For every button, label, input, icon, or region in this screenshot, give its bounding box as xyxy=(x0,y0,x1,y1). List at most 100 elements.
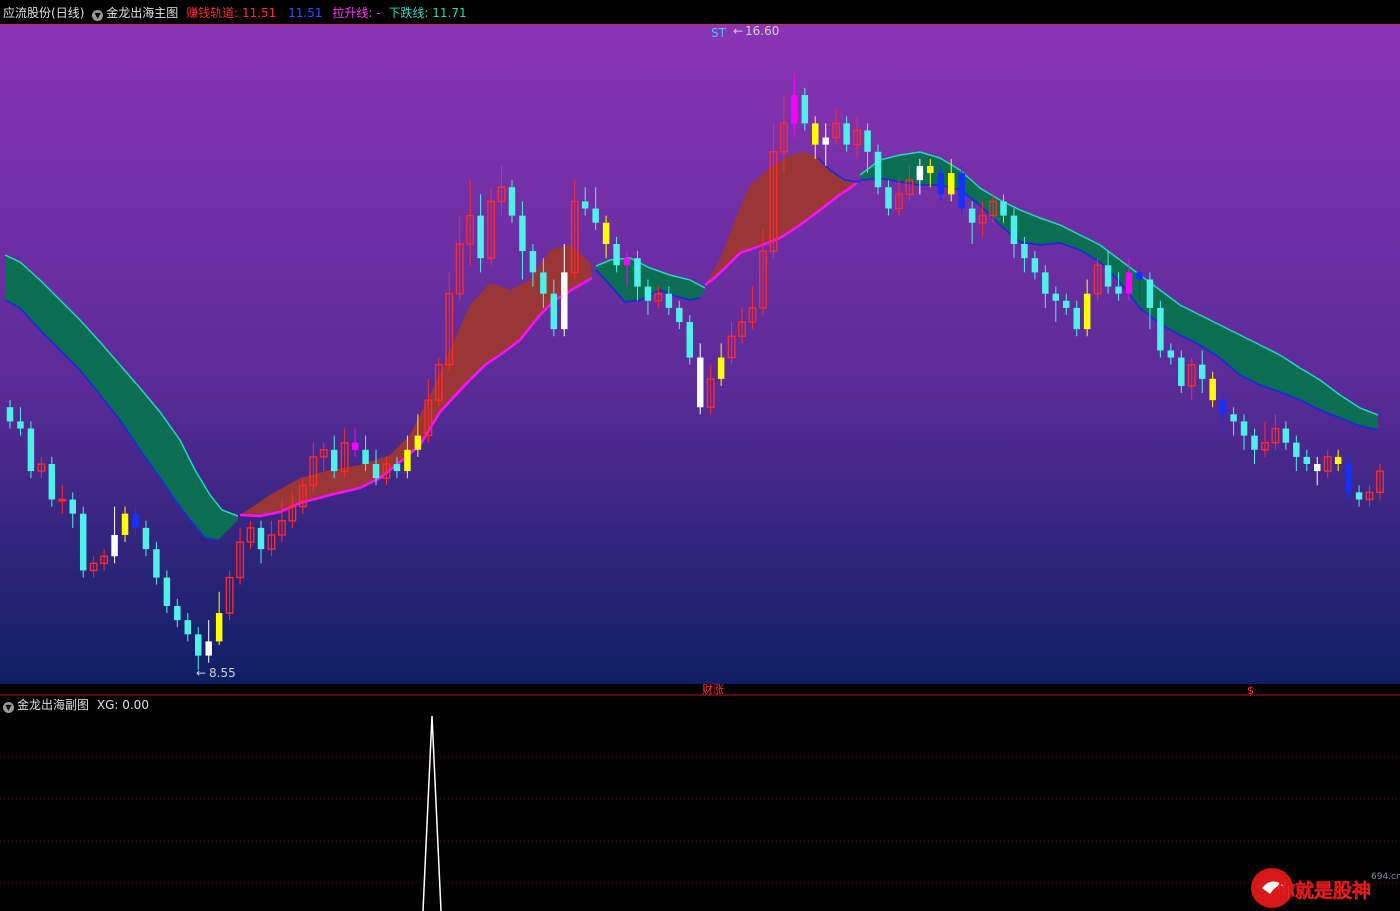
pull-up-label: 拉升线: xyxy=(332,6,373,20)
candle-body xyxy=(885,187,892,209)
high-price-arrow: ← xyxy=(733,24,743,38)
candle-body xyxy=(1000,201,1007,216)
candle-body xyxy=(48,464,56,500)
candle-body xyxy=(623,258,631,266)
candle-body xyxy=(1293,442,1300,457)
candle-body xyxy=(1303,456,1311,464)
candle-body xyxy=(477,215,484,259)
watermark-text: 你就是股神 xyxy=(1275,879,1371,902)
candle[interactable] xyxy=(958,165,965,216)
earn-channel-value-2: 11.51 xyxy=(288,6,323,20)
candle-body xyxy=(79,513,87,571)
candle[interactable] xyxy=(48,456,56,507)
candle-body xyxy=(372,464,380,479)
candle-body xyxy=(696,357,704,408)
candle-body xyxy=(874,151,882,188)
candle-body xyxy=(69,499,76,514)
xg-signal-spike xyxy=(422,715,442,911)
chevron-down-icon[interactable]: ▼ xyxy=(92,10,104,21)
candle-body xyxy=(1230,414,1237,422)
candle-body xyxy=(864,130,871,152)
candle-body xyxy=(205,641,212,656)
candle-body xyxy=(1125,272,1133,294)
candle-body xyxy=(1209,378,1216,401)
candle[interactable] xyxy=(27,421,35,479)
candle-body xyxy=(1251,435,1258,450)
low-price-arrow: ← xyxy=(196,666,206,680)
candle[interactable] xyxy=(79,506,87,578)
candle-body xyxy=(330,449,338,472)
candle-body xyxy=(561,272,568,330)
candle-body xyxy=(947,173,955,195)
candle-body xyxy=(142,527,150,550)
candle-body xyxy=(393,464,401,472)
stock-name: 应流股份 xyxy=(3,6,52,20)
candle-body xyxy=(163,577,171,606)
candle-body xyxy=(1052,293,1060,301)
candle-body xyxy=(121,513,129,535)
candle-body xyxy=(111,534,118,557)
candle-body xyxy=(404,449,411,472)
candle-body xyxy=(550,293,558,330)
candle-body xyxy=(613,244,620,266)
indicator-name[interactable]: 金龙出海主图 xyxy=(106,6,178,20)
candle-body xyxy=(686,322,694,358)
candle[interactable] xyxy=(1157,300,1164,358)
candle-body xyxy=(581,201,589,209)
candle-body xyxy=(968,208,976,223)
caizhang-marker: 财涨 xyxy=(702,682,724,696)
low-price-label: 8.55 xyxy=(209,666,236,680)
candle-body xyxy=(17,421,24,429)
candle-body xyxy=(927,165,934,174)
candle-body xyxy=(529,251,537,273)
candle-body xyxy=(184,620,192,635)
candle-body xyxy=(257,527,265,550)
chevron-down-icon[interactable]: ▼ xyxy=(3,702,14,713)
candle-body xyxy=(958,173,965,209)
main-header: 应流股份(日线) ▼ 金龙出海主图 赚钱轨道: 11.51 11.51 拉升线: … xyxy=(3,5,467,21)
candle-body xyxy=(1021,244,1028,259)
candle-body xyxy=(676,307,683,323)
candle-body xyxy=(791,94,798,124)
candle-body xyxy=(1345,464,1352,493)
fall-label: 下跌线: xyxy=(388,6,429,20)
candle-body xyxy=(215,613,223,642)
candle[interactable] xyxy=(686,314,694,365)
candle-body xyxy=(195,634,202,656)
stock-chart[interactable]: ST ← 16.60 ← 8.55 财涨 $ xyxy=(0,0,1400,911)
candle-body xyxy=(27,428,35,472)
candle-body xyxy=(1073,307,1080,330)
panel-divider xyxy=(0,684,1400,696)
candle-body xyxy=(153,549,160,578)
dollar-marker: $ xyxy=(1247,684,1254,697)
candle[interactable] xyxy=(874,144,882,195)
candle-body xyxy=(1063,300,1070,308)
candle-body xyxy=(916,165,924,181)
candle-body xyxy=(174,605,181,621)
pull-up-value: - xyxy=(376,6,381,20)
candle-body xyxy=(1355,492,1363,500)
earn-channel-value: 11.51 xyxy=(241,6,277,20)
candle-body xyxy=(540,272,547,294)
candle-body xyxy=(1178,357,1185,386)
candle-body xyxy=(414,435,422,450)
candle-body xyxy=(1314,464,1321,472)
candle-body xyxy=(717,357,725,379)
sub-indicator-name[interactable]: 金龙出海副图 xyxy=(17,698,89,712)
candle-body xyxy=(1115,286,1122,294)
xg-value: 0.00 xyxy=(122,698,149,712)
earn-channel-label: 赚钱轨道: xyxy=(186,6,239,20)
candle-body xyxy=(6,407,14,422)
candle-body xyxy=(1157,307,1164,351)
candle-body xyxy=(1146,279,1154,308)
candle-body xyxy=(644,286,652,301)
candle-body xyxy=(132,513,139,528)
candle-body xyxy=(351,442,359,450)
candle-body xyxy=(812,123,819,145)
candle-body xyxy=(665,293,673,308)
sub-chart-gridlines xyxy=(0,756,1400,884)
candle-body xyxy=(822,137,829,145)
candle-body xyxy=(1240,421,1248,436)
candle-body xyxy=(362,449,369,464)
candle-body xyxy=(801,94,809,124)
